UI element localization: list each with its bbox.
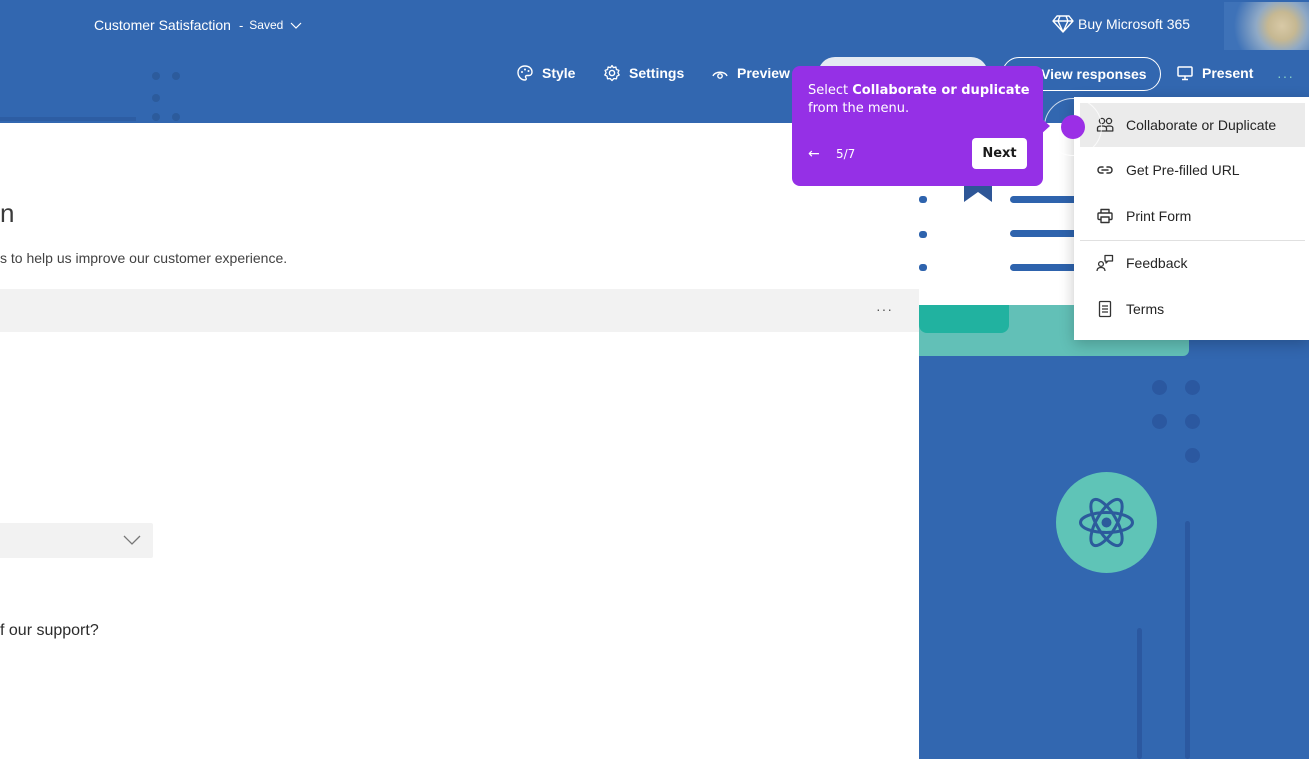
guide-back-button[interactable]: ← bbox=[808, 146, 820, 162]
monitor-icon bbox=[1177, 66, 1193, 81]
decor-dot bbox=[919, 264, 927, 271]
form-canvas: n s to help us improve our customer expe… bbox=[0, 123, 919, 759]
menu-item-collaborate-or-duplicate[interactable]: Collaborate or Duplicate bbox=[1080, 103, 1305, 147]
guide-text-bold: Collaborate or duplicate bbox=[852, 83, 1030, 98]
user-avatar[interactable] bbox=[1224, 2, 1309, 50]
settings-label: Settings bbox=[629, 65, 685, 81]
save-status: Saved bbox=[249, 18, 284, 32]
decor-dot bbox=[1152, 380, 1167, 395]
style-label: Style bbox=[542, 65, 576, 81]
menu-item-label: Collaborate or Duplicate bbox=[1126, 117, 1277, 133]
decor-dot bbox=[152, 113, 160, 121]
question-text[interactable]: f our support? bbox=[0, 622, 99, 640]
question-toolbar[interactable] bbox=[0, 289, 919, 332]
decor-line bbox=[0, 117, 136, 121]
palette-icon bbox=[517, 65, 533, 81]
form-title[interactable]: n bbox=[0, 198, 14, 229]
menu-item-feedback[interactable]: Feedback bbox=[1080, 241, 1305, 285]
gear-icon bbox=[604, 64, 620, 82]
decor-dot bbox=[1185, 448, 1200, 463]
preview-label: Preview bbox=[737, 65, 790, 81]
diamond-icon bbox=[1052, 15, 1074, 33]
menu-item-label: Print Form bbox=[1126, 208, 1192, 224]
decor-dot bbox=[1185, 380, 1200, 395]
present-button[interactable]: Present bbox=[1176, 64, 1253, 82]
decor-dot bbox=[172, 72, 180, 80]
atom-icon bbox=[1079, 497, 1134, 548]
guide-tooltip: Select Collaborate or duplicate from the… bbox=[792, 66, 1043, 186]
link-icon bbox=[1097, 166, 1113, 174]
decor-line bbox=[1185, 521, 1190, 759]
menu-item-print-form[interactable]: Print Form bbox=[1080, 194, 1305, 238]
title-separator: - bbox=[238, 17, 244, 33]
buy-microsoft-365-button[interactable]: Buy Microsoft 365 bbox=[1052, 14, 1190, 34]
feedback-icon bbox=[1096, 254, 1114, 272]
decor-dot bbox=[152, 72, 160, 80]
chevron-down-icon[interactable] bbox=[289, 18, 303, 32]
document-title[interactable]: Customer Satisfaction bbox=[94, 17, 231, 33]
decor-line bbox=[1137, 628, 1142, 759]
view-responses-label: View responses bbox=[1041, 66, 1147, 82]
decor-dot bbox=[172, 113, 180, 121]
guide-step-counter: 5/7 bbox=[836, 147, 856, 161]
document-icon bbox=[1098, 300, 1112, 318]
menu-item-terms[interactable]: Terms bbox=[1080, 287, 1305, 331]
decor-dot bbox=[919, 231, 927, 238]
style-button[interactable]: Style bbox=[516, 64, 575, 82]
decor-dot bbox=[1152, 414, 1167, 429]
guide-instruction: Select Collaborate or duplicate from the… bbox=[808, 82, 1030, 118]
title-row: Customer Satisfaction - Saved bbox=[94, 16, 303, 34]
guide-pointer-dot bbox=[1061, 115, 1085, 139]
printer-icon bbox=[1097, 208, 1113, 224]
guide-next-button[interactable]: Next bbox=[972, 138, 1027, 169]
answer-dropdown[interactable] bbox=[0, 523, 153, 558]
more-options-button[interactable]: ··· bbox=[1277, 68, 1294, 84]
chevron-down-icon bbox=[123, 535, 141, 545]
question-more-button[interactable]: ··· bbox=[876, 301, 893, 317]
form-description[interactable]: s to help us improve our customer experi… bbox=[0, 250, 287, 266]
preview-button[interactable]: Preview bbox=[711, 64, 790, 82]
buy-microsoft-365-label: Buy Microsoft 365 bbox=[1078, 16, 1191, 32]
menu-item-label: Feedback bbox=[1126, 255, 1188, 271]
decor-dot bbox=[152, 94, 160, 102]
guide-text-suffix: from the menu. bbox=[808, 101, 910, 116]
decor-line bbox=[1010, 230, 1080, 237]
eye-icon bbox=[712, 71, 728, 79]
menu-item-label: Terms bbox=[1126, 301, 1165, 317]
guide-text-prefix: Select bbox=[808, 83, 853, 98]
decor-line bbox=[1010, 264, 1080, 271]
settings-button[interactable]: Settings bbox=[603, 64, 684, 82]
atom-badge bbox=[1056, 472, 1157, 573]
menu-item-label: Get Pre-filled URL bbox=[1126, 162, 1240, 178]
decor-dot bbox=[919, 196, 927, 203]
decor-dot bbox=[1185, 414, 1200, 429]
menu-item-get-pre-filled-url[interactable]: Get Pre-filled URL bbox=[1080, 148, 1305, 192]
present-label: Present bbox=[1202, 65, 1254, 81]
more-options-menu: Collaborate or Duplicate Get Pre-filled … bbox=[1074, 97, 1309, 340]
decor-card bbox=[919, 305, 1009, 333]
decor-line bbox=[1010, 196, 1080, 203]
